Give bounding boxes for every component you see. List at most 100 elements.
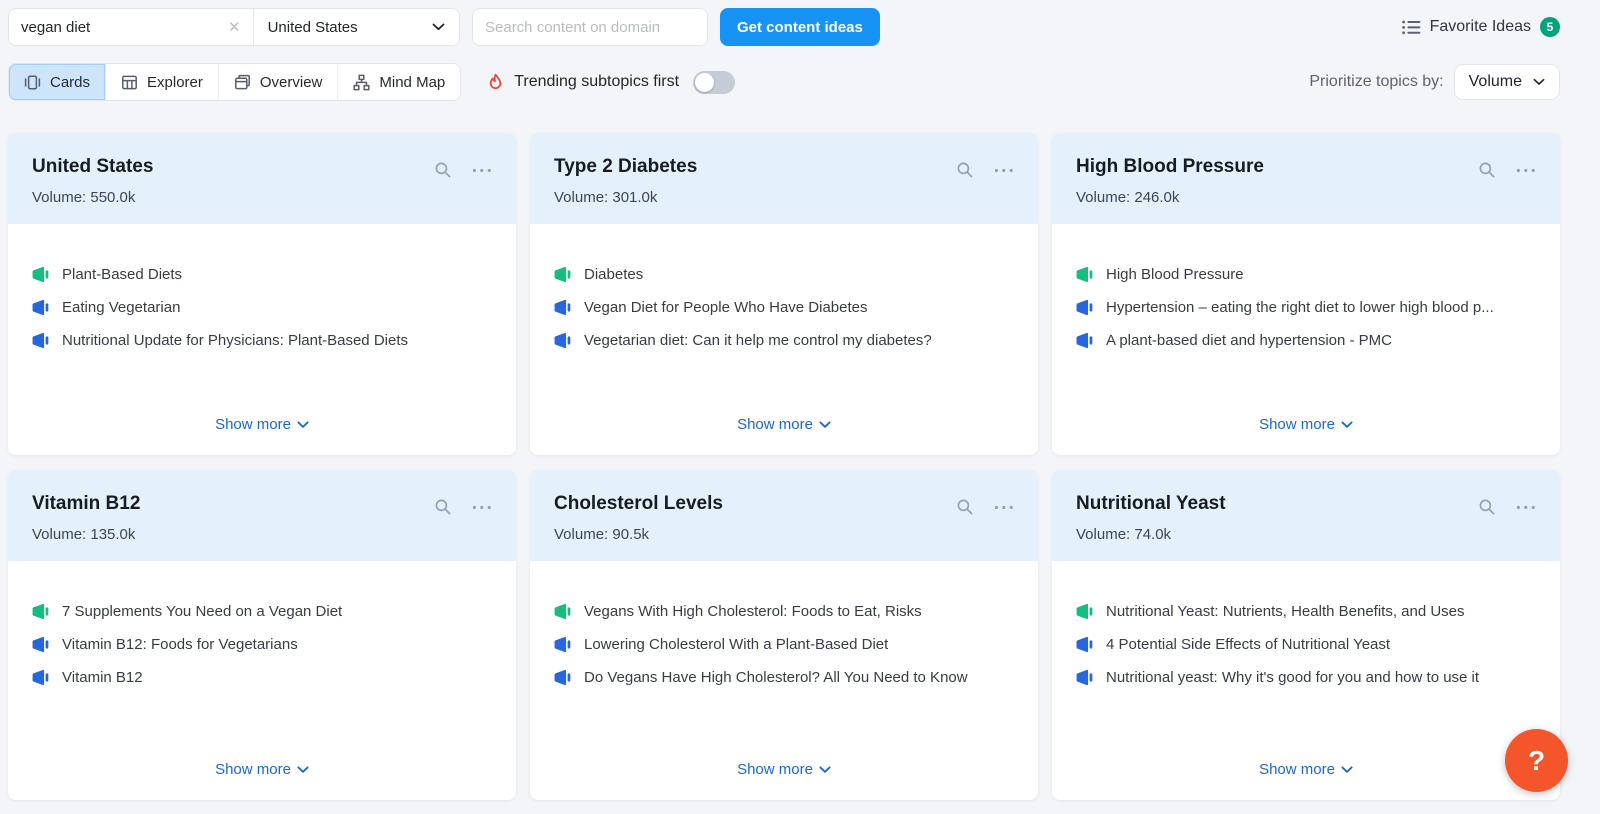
subtopic-item-label: Do Vegans Have High Cholesterol? All You… bbox=[584, 669, 968, 686]
subtopic-item[interactable]: Vitamin B12: Foods for Vegetarians bbox=[32, 636, 492, 653]
tab-overview[interactable]: Overview bbox=[219, 64, 339, 100]
card-body: Nutritional Yeast: Nutrients, Health Ben… bbox=[1052, 561, 1560, 761]
subtopic-item-label: Diabetes bbox=[584, 266, 644, 283]
cards-icon bbox=[24, 74, 41, 90]
card-menu-icon[interactable] bbox=[1516, 168, 1536, 173]
card-volume: Volume: 74.0k bbox=[1076, 526, 1172, 543]
favorite-ideas-label: Favorite Ideas bbox=[1429, 18, 1531, 35]
domain-search-input[interactable] bbox=[472, 8, 708, 46]
chevron-down-icon bbox=[1533, 78, 1545, 85]
subtopic-item[interactable]: Vegan Diet for People Who Have Diabetes bbox=[554, 299, 1014, 316]
megaphone-icon bbox=[1076, 332, 1093, 349]
card-body: Plant-Based Diets Eating Vegetarian Nutr… bbox=[8, 224, 516, 416]
table-icon bbox=[122, 75, 137, 89]
megaphone-icon bbox=[1076, 669, 1093, 686]
show-more-button[interactable]: Show more bbox=[1259, 416, 1353, 433]
show-more-button[interactable]: Show more bbox=[737, 416, 831, 433]
subtopic-item[interactable]: Do Vegans Have High Cholesterol? All You… bbox=[554, 669, 1014, 686]
tab-overview-label: Overview bbox=[259, 73, 323, 91]
card-items: Nutritional Yeast: Nutrients, Health Ben… bbox=[1076, 603, 1536, 686]
search-topic-icon[interactable] bbox=[956, 498, 974, 516]
subtopic-item[interactable]: Nutritional Update for Physicians: Plant… bbox=[32, 332, 492, 349]
card-menu-icon[interactable] bbox=[472, 505, 492, 510]
search-topic-icon[interactable] bbox=[434, 498, 452, 516]
topic-card: Type 2 Diabetes Volume: 301.0k Diabetes … bbox=[530, 133, 1038, 455]
country-select[interactable]: United States bbox=[254, 9, 459, 45]
card-title[interactable]: High Blood Pressure bbox=[1076, 156, 1264, 178]
keyword-input[interactable] bbox=[21, 18, 220, 36]
subtopic-item[interactable]: Hypertension – eating the right diet to … bbox=[1076, 299, 1536, 316]
clear-keyword-icon[interactable]: ✕ bbox=[228, 20, 241, 35]
prioritize-label: Prioritize topics by: bbox=[1309, 73, 1444, 90]
trending-toggle[interactable] bbox=[693, 70, 736, 94]
show-more-button[interactable]: Show more bbox=[737, 761, 831, 778]
subtopic-item[interactable]: Vegetarian diet: Can it help me control … bbox=[554, 332, 1014, 349]
search-topic-icon[interactable] bbox=[434, 161, 452, 179]
card-title[interactable]: Vitamin B12 bbox=[32, 493, 140, 515]
tab-cards[interactable]: Cards bbox=[9, 64, 107, 100]
topic-card: Nutritional Yeast Volume: 74.0k Nutritio… bbox=[1052, 470, 1560, 800]
subtopic-item[interactable]: A plant-based diet and hypertension - PM… bbox=[1076, 332, 1536, 349]
card-title[interactable]: United States bbox=[32, 156, 153, 178]
megaphone-icon bbox=[32, 636, 49, 653]
show-more-button[interactable]: Show more bbox=[1259, 761, 1353, 778]
subtopic-item-label: 7 Supplements You Need on a Vegan Diet bbox=[62, 603, 343, 620]
show-more-label: Show more bbox=[1259, 761, 1335, 778]
card-footer: Show more bbox=[1052, 416, 1560, 455]
subtopic-item[interactable]: Nutritional yeast: Why it's good for you… bbox=[1076, 669, 1536, 686]
show-more-button[interactable]: Show more bbox=[215, 416, 309, 433]
subtopic-item[interactable]: Diabetes bbox=[554, 266, 1014, 283]
window-icon bbox=[234, 74, 250, 89]
tab-mind-map-label: Mind Map bbox=[379, 73, 446, 91]
megaphone-icon bbox=[1076, 299, 1093, 316]
subtopic-item[interactable]: Vitamin B12 bbox=[32, 669, 492, 686]
prioritize-select-value: Volume bbox=[1468, 73, 1522, 90]
card-volume: Volume: 301.0k bbox=[554, 189, 658, 206]
megaphone-icon bbox=[1076, 603, 1093, 620]
card-title[interactable]: Cholesterol Levels bbox=[554, 493, 723, 515]
search-topic-icon[interactable] bbox=[1478, 161, 1496, 179]
megaphone-icon bbox=[554, 603, 571, 620]
card-volume: Volume: 550.0k bbox=[32, 189, 136, 206]
subtopic-item[interactable]: High Blood Pressure bbox=[1076, 266, 1536, 283]
card-menu-icon[interactable] bbox=[994, 168, 1014, 173]
search-topic-icon[interactable] bbox=[1478, 498, 1496, 516]
subtopic-item[interactable]: Eating Vegetarian bbox=[32, 299, 492, 316]
topic-cards-grid: United States Volume: 550.0k Plant-Based… bbox=[8, 133, 1560, 800]
subtopic-item-label: Plant-Based Diets bbox=[62, 266, 183, 283]
subtopic-item[interactable]: Vegans With High Cholesterol: Foods to E… bbox=[554, 603, 1014, 620]
tab-mind-map[interactable]: Mind Map bbox=[338, 64, 460, 100]
keyword-field-wrap: ✕ bbox=[9, 9, 253, 45]
show-more-label: Show more bbox=[1259, 416, 1335, 433]
tab-explorer[interactable]: Explorer bbox=[106, 64, 219, 100]
topic-card: High Blood Pressure Volume: 246.0k High … bbox=[1052, 133, 1560, 455]
subtopic-item[interactable]: 7 Supplements You Need on a Vegan Diet bbox=[32, 603, 492, 620]
search-topic-icon[interactable] bbox=[956, 161, 974, 179]
subtopic-item-label: Nutritional Yeast: Nutrients, Health Ben… bbox=[1106, 603, 1465, 620]
card-actions bbox=[956, 156, 1014, 179]
card-title[interactable]: Type 2 Diabetes bbox=[554, 156, 697, 178]
subtopic-item[interactable]: 4 Potential Side Effects of Nutritional … bbox=[1076, 636, 1536, 653]
help-button[interactable]: ? bbox=[1505, 729, 1568, 792]
chevron-down-icon bbox=[819, 420, 831, 428]
favorite-ideas-button[interactable]: Favorite Ideas 5 bbox=[1401, 17, 1560, 37]
prioritize-control: Prioritize topics by: Volume bbox=[1309, 64, 1560, 100]
subtopic-item[interactable]: Plant-Based Diets bbox=[32, 266, 492, 283]
mind-map-icon bbox=[353, 74, 370, 90]
card-body: High Blood Pressure Hypertension – eatin… bbox=[1052, 224, 1560, 416]
card-menu-icon[interactable] bbox=[1516, 505, 1536, 510]
card-items: 7 Supplements You Need on a Vegan Diet V… bbox=[32, 603, 492, 686]
card-actions bbox=[956, 493, 1014, 516]
domain-field-wrap bbox=[472, 8, 708, 46]
card-menu-icon[interactable] bbox=[994, 505, 1014, 510]
card-menu-icon[interactable] bbox=[472, 168, 492, 173]
tab-explorer-label: Explorer bbox=[147, 73, 203, 91]
show-more-button[interactable]: Show more bbox=[215, 761, 309, 778]
card-footer: Show more bbox=[8, 761, 516, 800]
get-content-ideas-button[interactable]: Get content ideas bbox=[720, 8, 880, 46]
tab-cards-label: Cards bbox=[50, 73, 91, 91]
prioritize-select[interactable]: Volume bbox=[1453, 64, 1560, 100]
subtopic-item[interactable]: Lowering Cholesterol With a Plant-Based … bbox=[554, 636, 1014, 653]
card-title[interactable]: Nutritional Yeast bbox=[1076, 493, 1226, 515]
subtopic-item[interactable]: Nutritional Yeast: Nutrients, Health Ben… bbox=[1076, 603, 1536, 620]
